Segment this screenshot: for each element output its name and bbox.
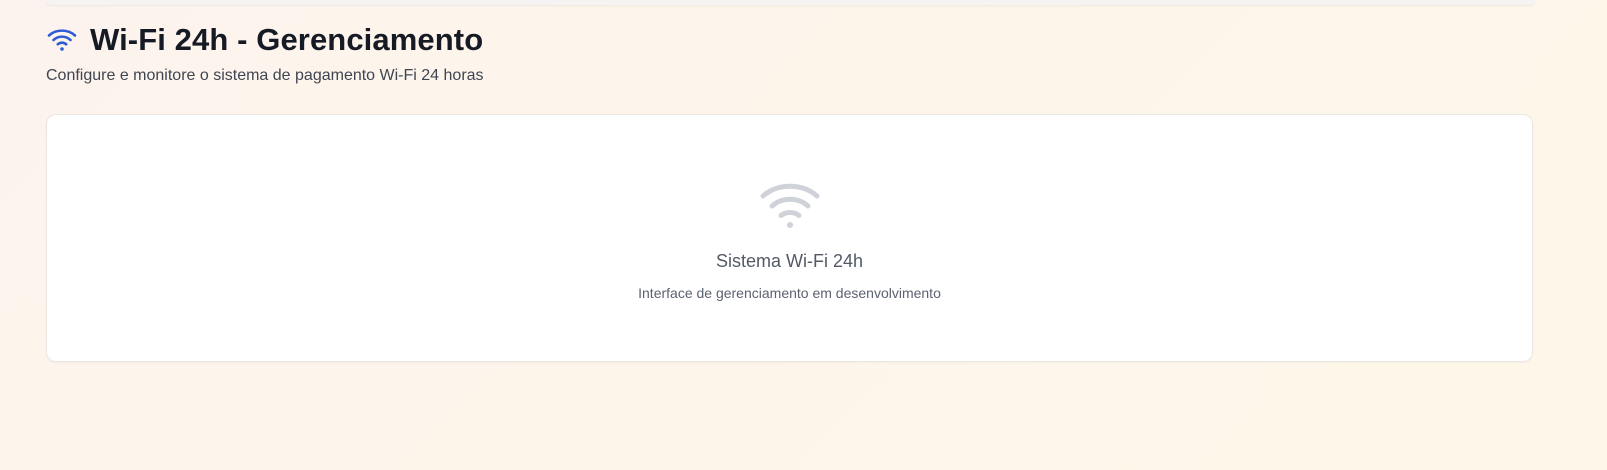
empty-state: Sistema Wi-Fi 24h Interface de gerenciam… [47, 179, 1532, 301]
page-subtitle: Configure e monitore o sistema de pagame… [46, 67, 484, 84]
wifi-icon [46, 24, 78, 56]
card-description: Interface de gerenciamento em desenvolvi… [638, 285, 941, 301]
card-title: Sistema Wi-Fi 24h [715, 251, 864, 271]
wifi-icon [758, 179, 822, 231]
wifi-system-card: Sistema Wi-Fi 24h Interface de gerenciam… [46, 114, 1533, 362]
page-header: Wi-Fi 24h - Gerenciamento Configure e mo… [46, 20, 1547, 85]
top-bar [46, 0, 1535, 5]
title-row: Wi-Fi 24h - Gerenciamento [46, 20, 1547, 60]
page-title: Wi-Fi 24h - Gerenciamento [90, 22, 484, 57]
